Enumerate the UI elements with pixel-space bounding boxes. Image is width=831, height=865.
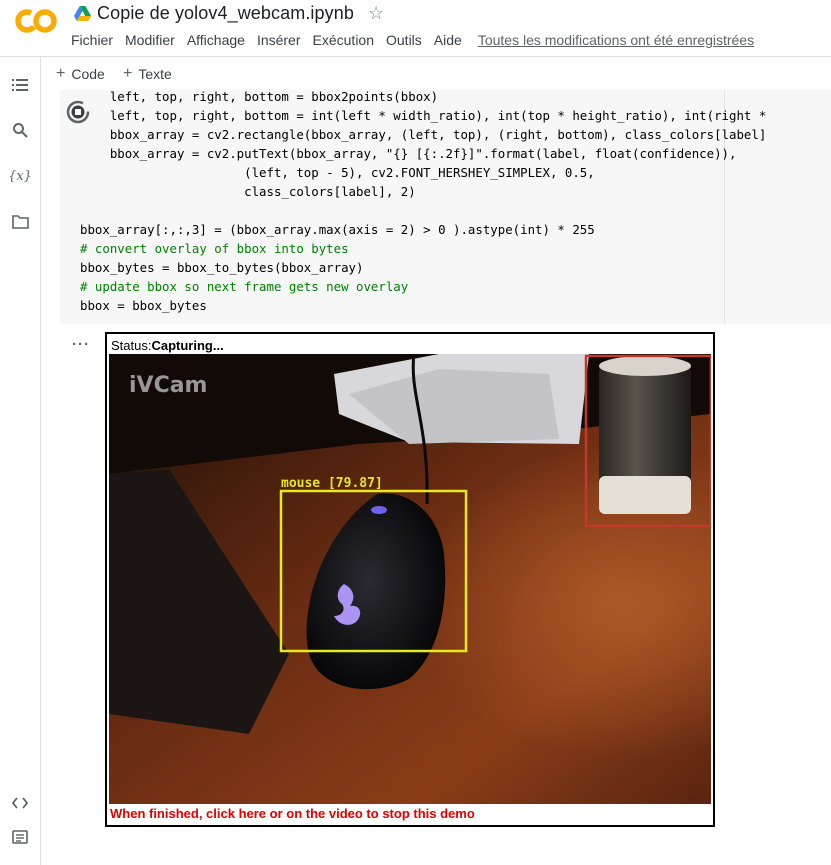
code-line: bbox_bytes = bbox_to_bytes(bbox_array) [80, 260, 364, 275]
webcam-video[interactable]: iVCam mouse [79.87] [109, 354, 711, 804]
menu-file[interactable]: Fichier [71, 32, 113, 48]
detection-label: mouse [79.87] [281, 476, 383, 491]
output-menu-icon[interactable]: ··· [72, 336, 90, 353]
mouse-scroll-light [371, 506, 387, 514]
code-snippets-icon[interactable] [10, 793, 30, 813]
add-text-label: Texte [138, 66, 172, 82]
output-area: Status:Capturing... iVCam mouse [79.87] … [105, 332, 715, 827]
code-line: class_colors[label], 2) [80, 184, 416, 199]
code-line: # convert overlay of bbox into bytes [80, 241, 349, 256]
plus-icon: + [123, 65, 133, 82]
notebook-toolbar: + Code + Texte [41, 57, 831, 90]
left-rail: {x} [0, 57, 40, 865]
google-drive-icon [74, 5, 91, 21]
code-line: left, top, right, bottom = bbox2points(b… [80, 90, 439, 104]
add-code-button[interactable]: + Code [56, 65, 105, 83]
rail-divider [40, 57, 41, 865]
video-frame: iVCam mouse [79.87] [109, 354, 711, 804]
code-text: left, top, right, bottom = bbox2points(b… [80, 90, 766, 315]
search-icon[interactable] [10, 120, 30, 140]
code-line: bbox_array = cv2.putText(bbox_array, "{}… [80, 146, 737, 161]
notebook-title[interactable]: Copie de yolov4_webcam.ipynb [97, 3, 354, 24]
status-value: Capturing... [151, 338, 224, 353]
star-icon[interactable]: ☆ [368, 3, 384, 24]
terminal-icon[interactable] [10, 827, 30, 847]
code-line: bbox = bbox_bytes [80, 298, 207, 313]
menu-runtime[interactable]: Exécution [313, 32, 374, 48]
stop-demo-link[interactable]: When finished, click here or on the vide… [110, 806, 475, 821]
save-status-link[interactable]: Toutes les modifications ont été enregis… [478, 32, 754, 48]
code-line: (left, top - 5), cv2.FONT_HERSHEY_SIMPLE… [80, 165, 595, 180]
code-line: bbox_array[:,:,3] = (bbox_array.max(axis… [80, 222, 595, 237]
menu-edit[interactable]: Modifier [125, 32, 175, 48]
colab-logo[interactable] [14, 8, 58, 34]
status-label: Status: [111, 338, 152, 353]
table-of-contents-icon[interactable] [10, 75, 30, 95]
menu-help[interactable]: Aide [434, 32, 462, 48]
variables-icon[interactable]: {x} [8, 166, 32, 186]
cup-rim [599, 356, 691, 376]
plus-icon: + [56, 65, 66, 82]
code-line: # update bbox so next frame gets new ove… [80, 279, 409, 294]
add-code-label: Code [71, 66, 105, 82]
menu-view[interactable]: Affichage [187, 32, 245, 48]
menu-insert[interactable]: Insérer [257, 32, 301, 48]
menu-bar: Fichier Modifier Affichage Insérer Exécu… [71, 30, 754, 50]
menu-tools[interactable]: Outils [386, 32, 422, 48]
files-icon[interactable] [10, 212, 30, 232]
cup-band [599, 476, 691, 514]
code-editor[interactable]: left, top, right, bottom = bbox2points(b… [80, 90, 831, 324]
add-text-button[interactable]: + Texte [123, 65, 172, 83]
top-bar: Copie de yolov4_webcam.ipynb ☆ Fichier M… [0, 0, 831, 56]
ivcam-watermark: iVCam [129, 373, 207, 398]
code-line: left, top, right, bottom = int(left * wi… [80, 108, 767, 123]
status-line: Status:Capturing... [111, 338, 224, 353]
code-line: bbox_array = cv2.rectangle(bbox_array, (… [80, 127, 767, 142]
